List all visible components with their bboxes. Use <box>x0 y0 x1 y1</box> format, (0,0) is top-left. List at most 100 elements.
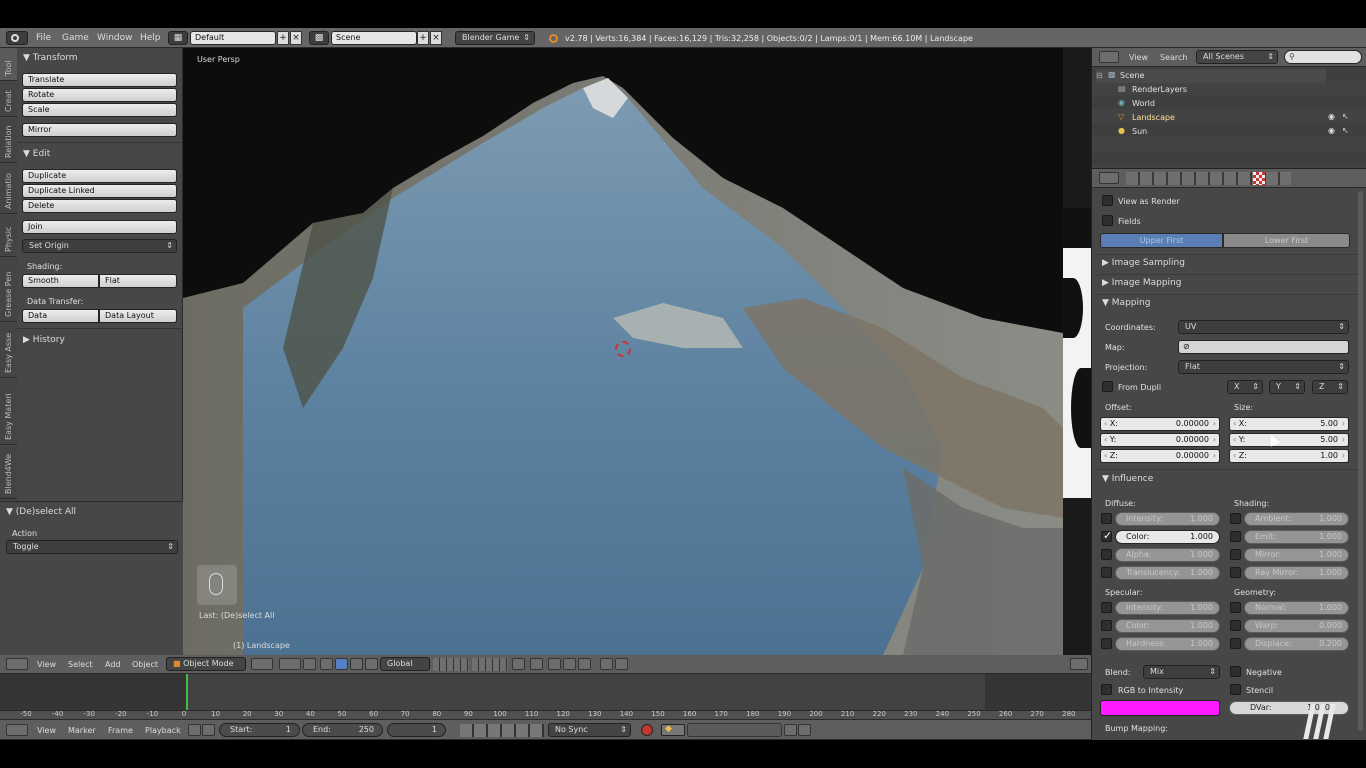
axis-z-select[interactable]: Z ⇕ <box>1312 380 1348 394</box>
axis-x-select[interactable]: X ⇕ <box>1227 380 1263 394</box>
manipulator-icon[interactable] <box>303 658 316 670</box>
lock-frame-icon[interactable] <box>202 724 215 736</box>
ambient-checkbox[interactable] <box>1230 513 1241 524</box>
coordinates-select[interactable]: UV ⇕ <box>1178 320 1349 334</box>
history-panel-header[interactable]: ▶ History <box>23 335 65 345</box>
insert-key-icon[interactable] <box>784 724 797 736</box>
image-sampling-panel[interactable]: ▶ Image Sampling <box>1102 258 1185 268</box>
sync-select[interactable]: No Sync ⇕ <box>548 723 631 737</box>
editor-type-icon[interactable] <box>6 658 28 670</box>
mirror-field[interactable]: Mirror: 1.000 <box>1244 548 1349 562</box>
layout-close-icon[interactable]: × <box>290 31 302 45</box>
diffuse-color-checkbox[interactable] <box>1101 529 1112 542</box>
outliner-menu-view[interactable]: View <box>1129 53 1148 62</box>
diffuse-translucency-checkbox[interactable] <box>1101 567 1112 578</box>
texture-tab-icon[interactable] <box>1253 172 1265 185</box>
rotate-button[interactable]: Rotate <box>22 88 177 102</box>
viewport-menu-select[interactable]: Select <box>68 660 93 669</box>
smooth-button[interactable]: Smooth <box>22 274 99 288</box>
projection-select[interactable]: Flat ⇕ <box>1178 360 1349 374</box>
rotate-manip-icon[interactable] <box>335 658 348 670</box>
view-as-render-checkbox[interactable] <box>1102 195 1113 206</box>
outliner-menu-search[interactable]: Search <box>1160 53 1187 62</box>
viewport-menu-add[interactable]: Add <box>105 660 121 669</box>
normal-checkbox[interactable] <box>1230 602 1241 613</box>
engine-select[interactable]: Blender Game ⇕ <box>455 31 535 45</box>
properties-scrollbar[interactable] <box>1358 191 1363 731</box>
cursor-restrict-icon[interactable]: ↖ <box>1342 112 1349 121</box>
specular-color-field[interactable]: Color: 1.000 <box>1115 619 1220 633</box>
ambient-field[interactable]: Ambient: 1.000 <box>1244 512 1349 526</box>
outliner-item-landscape[interactable]: ▽ Landscape ◉ ↖ <box>1110 111 1360 125</box>
specular-intensity-checkbox[interactable] <box>1101 602 1112 613</box>
blend-color-swatch[interactable] <box>1100 700 1220 716</box>
render-icon[interactable] <box>600 658 613 670</box>
timeline-menu-playback[interactable]: Playback <box>145 726 181 735</box>
layout-select[interactable]: Default <box>190 31 276 45</box>
menu-window[interactable]: Window <box>97 33 133 43</box>
tab-animation[interactable]: Animatio <box>0 164 17 214</box>
viewport-menu-object[interactable]: Object <box>132 660 158 669</box>
edit-panel-header[interactable]: ▼ Edit <box>23 149 50 159</box>
keying-set-icon[interactable]: ◆ <box>661 724 685 736</box>
flat-button[interactable]: Flat <box>99 274 177 288</box>
delete-key-icon[interactable] <box>798 724 811 736</box>
mirror-button[interactable]: Mirror <box>22 123 177 137</box>
outliner-item-sun[interactable]: ● Sun ◉ ↖ <box>1110 125 1360 139</box>
layers-grid-1[interactable] <box>433 658 469 671</box>
timeline-menu-view[interactable]: View <box>37 726 56 735</box>
stencil-checkbox[interactable] <box>1230 684 1241 695</box>
outliner-display-select[interactable]: All Scenes ⇕ <box>1196 50 1278 64</box>
fields-checkbox[interactable] <box>1102 215 1113 226</box>
tab-relations[interactable]: Relation <box>0 118 17 163</box>
emit-checkbox[interactable] <box>1230 531 1241 542</box>
snap-target-icon[interactable] <box>578 658 591 670</box>
timeline-menu-frame[interactable]: Frame <box>108 726 133 735</box>
set-origin-select[interactable]: Set Origin ⇕ <box>22 239 177 253</box>
tab-easy-material[interactable]: Easy Materi <box>0 379 17 445</box>
mirror-checkbox[interactable] <box>1230 549 1241 560</box>
translate-button[interactable]: Translate <box>22 73 177 87</box>
lower-first-button[interactable]: Lower First <box>1223 233 1350 248</box>
map-field[interactable]: ⊘ <box>1178 340 1349 354</box>
displace-checkbox[interactable] <box>1230 638 1241 649</box>
rgb-to-intensity-checkbox[interactable] <box>1101 684 1112 695</box>
extra-manip-icon[interactable] <box>365 658 378 670</box>
action-select[interactable]: Toggle ⇕ <box>6 540 178 554</box>
offset-z-field[interactable]: ‹ Z: 0.00000 › <box>1100 449 1220 463</box>
properties-editor-icon[interactable] <box>1070 658 1088 670</box>
render-anim-icon[interactable] <box>615 658 628 670</box>
eye-icon[interactable]: ◉ <box>1328 126 1335 135</box>
ray-mirror-checkbox[interactable] <box>1230 567 1241 578</box>
join-button[interactable]: Join <box>22 220 177 234</box>
eye-icon[interactable]: ◉ <box>1328 112 1335 121</box>
layers-grid-2[interactable] <box>472 658 508 671</box>
ray-mirror-field[interactable]: Ray Mirror: 1.000 <box>1244 566 1349 580</box>
diffuse-alpha-checkbox[interactable] <box>1101 549 1112 560</box>
warp-checkbox[interactable] <box>1230 620 1241 631</box>
hardness-field[interactable]: Hardness: 1.000 <box>1115 637 1220 651</box>
keying-set-field[interactable] <box>687 723 782 737</box>
scene-icon[interactable]: ▩ <box>309 31 329 45</box>
duplicate-button[interactable]: Duplicate <box>22 169 177 183</box>
influence-panel[interactable]: ▼ Influence <box>1102 474 1153 484</box>
translate-manip-icon[interactable] <box>320 658 333 670</box>
frame-ruler[interactable]: -50 -40 -30 -20 -10 0 10 20 30 40 50 60 70 80 90 100 110… <box>0 710 1091 719</box>
offset-x-field[interactable]: ‹ X: 0.00000 › <box>1100 417 1220 431</box>
outliner-item-world[interactable]: ◉ World <box>1110 97 1310 111</box>
scale-button[interactable]: Scale <box>22 103 177 117</box>
cursor-restrict-icon[interactable]: ↖ <box>1342 126 1349 135</box>
outliner-item-scene[interactable]: ⊟ ▩ Scene <box>1096 69 1326 83</box>
preview-range-icon[interactable] <box>188 724 201 736</box>
context-tabs[interactable] <box>1126 172 1291 185</box>
duplicate-linked-button[interactable]: Duplicate Linked <box>22 184 177 198</box>
tab-physics[interactable]: Physic <box>0 215 17 257</box>
data-layout-button[interactable]: Data Layout <box>99 309 177 323</box>
menu-help[interactable]: Help <box>140 33 161 43</box>
tab-blend4web[interactable]: Blend4We <box>0 446 17 499</box>
diffuse-alpha-field[interactable]: Alpha: 1.000 <box>1115 548 1220 562</box>
scene-select[interactable]: Scene <box>331 31 417 45</box>
diffuse-intensity-checkbox[interactable] <box>1101 513 1112 524</box>
snap-icon[interactable] <box>530 658 543 670</box>
record-icon[interactable] <box>641 724 653 736</box>
